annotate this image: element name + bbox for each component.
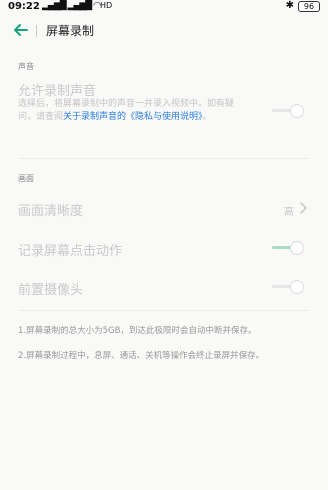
record-touch-toggle[interactable] — [272, 241, 306, 255]
clarity-title: 画面清晰度 — [18, 204, 84, 219]
app-header: 屏幕录制 — [0, 16, 328, 44]
toggle-knob — [290, 241, 304, 255]
front-camera-toggle[interactable] — [272, 280, 306, 294]
status-bar: 09:22 ▂▄▆█ ▂▄▆█ ◠ HD ✱ 96 — [0, 0, 328, 16]
back-button[interactable] — [12, 21, 30, 39]
record-touch-title: 记录屏幕点击动作 — [18, 244, 123, 259]
signal-icon: ▂▄▆█ ▂▄▆█ ◠ — [42, 1, 101, 11]
front-camera-title: 前置摄像头 — [18, 283, 84, 298]
section-label-sound: 声音 — [18, 62, 34, 71]
toggle-knob — [290, 104, 304, 118]
notes-divider — [18, 310, 310, 311]
section-label-picture: 画面 — [18, 174, 34, 183]
network-hd-label: HD — [100, 1, 113, 10]
section-divider — [18, 158, 310, 159]
battery-icon: 96 — [298, 1, 320, 12]
allow-record-sound-title: 允许录制声音 — [18, 84, 97, 99]
page-title: 屏幕录制 — [46, 24, 95, 38]
allow-record-sound-desc-suffix: 。 — [202, 112, 212, 122]
note-interrupt: 2.屏幕录制过程中，息屏、通话、关机等操作会终止录屏并保存。 — [18, 351, 265, 361]
privacy-policy-link[interactable]: 关于录制声音的《隐私与使用说明》 — [63, 112, 203, 122]
header-divider — [36, 25, 37, 37]
bluetooth-icon: ✱ — [285, 0, 294, 11]
clarity-value: 高 — [284, 207, 294, 218]
arrow-left-icon — [14, 24, 28, 36]
allow-record-sound-desc: 选择后，将屏幕录制中的声音一并录入视频中。如有疑问，请查阅关于录制声音的《隐私与… — [18, 98, 250, 124]
note-storage-limit: 1.屏幕录制的总大小为5GB，到达此极限时会自动中断并保存。 — [18, 326, 257, 336]
chevron-right-icon — [300, 202, 307, 214]
allow-record-sound-toggle[interactable] — [272, 104, 306, 118]
toggle-knob — [290, 280, 304, 294]
status-time: 09:22 — [8, 1, 40, 12]
